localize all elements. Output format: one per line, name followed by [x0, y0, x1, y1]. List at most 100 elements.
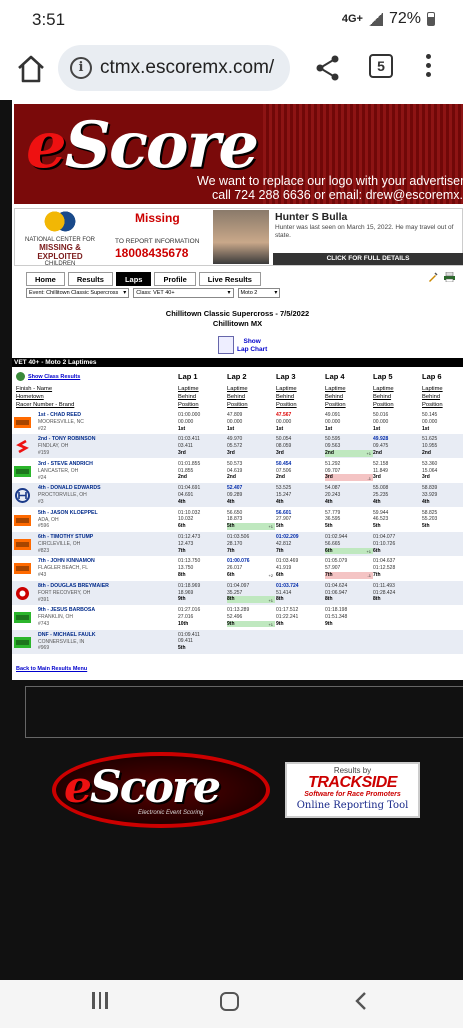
lap-subheader[interactable]: Laptime Behind Position [325, 386, 346, 409]
lap-cell: 01:13.750 13.750 8th [178, 558, 201, 578]
table-row: 2nd - TONY ROBINSON FINDLAY, OH #159 01:03.… [12, 434, 463, 459]
ktm-brand-icon [14, 537, 31, 552]
tab-home[interactable]: Home [26, 272, 65, 286]
show-class-results-link[interactable]: Show Class Results [16, 372, 80, 381]
back-button[interactable] [354, 992, 368, 1010]
lap-cell: 53.360 15.064 3rd [422, 460, 438, 481]
moto-select[interactable]: Moto 2 [237, 288, 281, 298]
url-text[interactable]: ctmx.escoremx.com/ [100, 57, 286, 79]
tab-profile[interactable]: Profile [154, 272, 196, 286]
lap-cell: 01:00.076 26.017 6th +2 [227, 558, 273, 579]
missing-child-ad[interactable]: NATIONAL CENTER FOR MISSING & EXPLOITED … [14, 208, 463, 267]
rider-number: #743 [38, 620, 50, 627]
rider-hometown: CONNERSVILLE, IN [38, 638, 85, 645]
network-label: 4G+ [341, 13, 363, 25]
lap-subheader[interactable]: Laptime Behind Position [373, 386, 394, 409]
overflow-menu-icon[interactable] [422, 54, 434, 82]
rider-info: 1st - CHAD REED MOORESVILLE, NC #22 [38, 412, 84, 433]
husqvarna-brand-icon [14, 488, 31, 504]
lap-subheader[interactable]: Laptime Behind Position [178, 386, 199, 409]
rider-info: 3rd - STEVE ANDRICH LANCASTER, OH #24 [38, 461, 93, 482]
rider-number: #823 [38, 547, 50, 554]
lap-cell: 58.839 33.929 4th [422, 485, 438, 505]
tab-live-results[interactable]: Live Results [198, 272, 261, 286]
lap-cell: 01:03.506 28.170 7th [227, 534, 250, 554]
lap-cell: 51.292 09.707 3rd -1 [325, 460, 373, 482]
lap-cell: 59.944 46.523 5th [373, 509, 389, 530]
event-select[interactable]: Event: Chillitown Classic Supercross [26, 288, 130, 298]
rider-info: 8th - DOUGLAS BREYMAIER FORT RECOVERY, OH… [38, 583, 109, 604]
rider-number: #22 [38, 425, 47, 432]
rider-hometown: MOORESVILLE, NC [38, 419, 84, 426]
tab-laps[interactable]: Laps [115, 272, 152, 286]
lap-cell: 01:03.469 41.919 6th [276, 558, 299, 578]
lap-cell: 01:04.691 04.691 4th [178, 485, 201, 505]
address-bar[interactable]: i ctmx.escoremx.com/ [58, 45, 290, 91]
lap-cell: 01:04.624 01:06.947 8th [325, 582, 348, 603]
lap-cell: 01:18.969 18.969 9th [178, 582, 201, 603]
print-icon[interactable] [444, 272, 455, 282]
rider-name[interactable]: 6th - TIMOTHY STUMP [38, 534, 93, 541]
trackside-logo[interactable]: Results by TRACKSIDE Software for Race P… [285, 762, 420, 818]
status-bar: 3:51 4G+ 72% [0, 0, 463, 40]
ad-banner[interactable]: eScore We want to replace our logo with … [14, 104, 463, 204]
rider-name[interactable]: 4th - DONALD EDWARDS [38, 485, 101, 492]
tab-results[interactable]: Results [67, 272, 113, 286]
lap-subheader[interactable]: Laptime Behind Position [227, 386, 248, 409]
lap-cell: 01:10.032 10.032 6th [178, 509, 201, 530]
rider-name[interactable]: 5th - JASON KLOEPPEL [38, 510, 98, 517]
lap-chart-link[interactable]: Show Lap Chart [218, 336, 278, 358]
rider-hometown: LANCASTER, OH [38, 467, 79, 474]
kawasaki-brand-icon [14, 635, 31, 650]
recent-apps-button[interactable] [90, 992, 110, 1012]
rider-name[interactable]: 8th - DOUGLAS BREYMAIER [38, 583, 109, 590]
tab-switcher-button[interactable]: 5 [369, 54, 393, 78]
position-change: +1 [268, 524, 273, 530]
full-details-button[interactable]: CLICK FOR FULL DETAILS [273, 253, 463, 265]
lap-cell: 01:13.289 52.496 9th +1 [227, 607, 275, 628]
rider-name[interactable]: DNF - MICHAEL FAULK [38, 632, 96, 639]
battery-percent: 72% [388, 10, 421, 27]
home-icon[interactable] [14, 52, 48, 86]
lap-cell: 56.601 27.907 5th [276, 509, 292, 530]
escore-logo: eScore [26, 108, 259, 183]
rider-name[interactable]: 1st - CHAD REED [38, 412, 84, 419]
ktm-brand-icon [14, 415, 31, 430]
lap-cell: 50.595 09.563 2nd +1 [325, 436, 373, 457]
lap-cell: 01:18.198 01:51.348 9th [325, 607, 348, 627]
column-header-rider[interactable]: Finish - Name Hometown Racer Number - Br… [16, 386, 74, 409]
lap-cell: 58.825 55.203 5th [422, 509, 438, 530]
ktm-brand-icon [14, 561, 31, 576]
home-button[interactable] [220, 992, 239, 1011]
position-change: +2 [268, 573, 273, 579]
escore-footer-logo[interactable]: eScore Electronic Event Scoring [52, 752, 270, 828]
lap-cell: 01:02.944 56.665 6th +1 [325, 534, 373, 555]
lap-cell: 54.087 20.243 4th [325, 485, 341, 505]
share-icon[interactable] [314, 54, 342, 82]
rider-name[interactable]: 7th - JOHN KINNAMON [38, 558, 95, 565]
rider-hometown: PROCTORVILLE, OH [38, 492, 87, 499]
lap-cell: 57.779 36.595 5th [325, 509, 341, 530]
rider-hometown: FINDLAY, OH [38, 443, 69, 450]
edit-icon[interactable] [428, 272, 438, 282]
lap-cell: 49.970 05.572 3rd [227, 436, 243, 456]
rider-hometown: FRANKLIN, OH [38, 614, 74, 621]
missing-person-photo [213, 210, 269, 264]
lap-header-3: Lap 3 [276, 372, 296, 381]
browser-toolbar: i ctmx.escoremx.com/ 5 [0, 40, 463, 100]
back-arrow-icon [16, 372, 25, 381]
rider-number: #391 [38, 596, 50, 603]
back-to-menu-link[interactable]: Back to Main Results Menu [16, 666, 87, 672]
lap-subheader[interactable]: Laptime Behind Position [422, 386, 443, 409]
rider-number: #969 [38, 645, 50, 652]
class-select[interactable]: Class: VET 40+ [133, 288, 234, 298]
lap-header-5: Lap 5 [373, 372, 393, 381]
lap-cell: 01:03.411 03.411 3rd [178, 436, 200, 456]
rider-name[interactable]: 3rd - STEVE ANDRICH [38, 461, 93, 468]
rider-name[interactable]: 2nd - TONY ROBINSON [38, 436, 95, 443]
site-info-icon[interactable]: i [70, 57, 92, 79]
lap-subheader[interactable]: Laptime Behind Position [276, 386, 297, 409]
rider-number: #43 [38, 572, 47, 579]
ncmec-logo: NATIONAL CENTER FOR MISSING & EXPLOITED … [17, 211, 103, 267]
rider-name[interactable]: 9th - JESUS BARBOSA [38, 607, 95, 614]
